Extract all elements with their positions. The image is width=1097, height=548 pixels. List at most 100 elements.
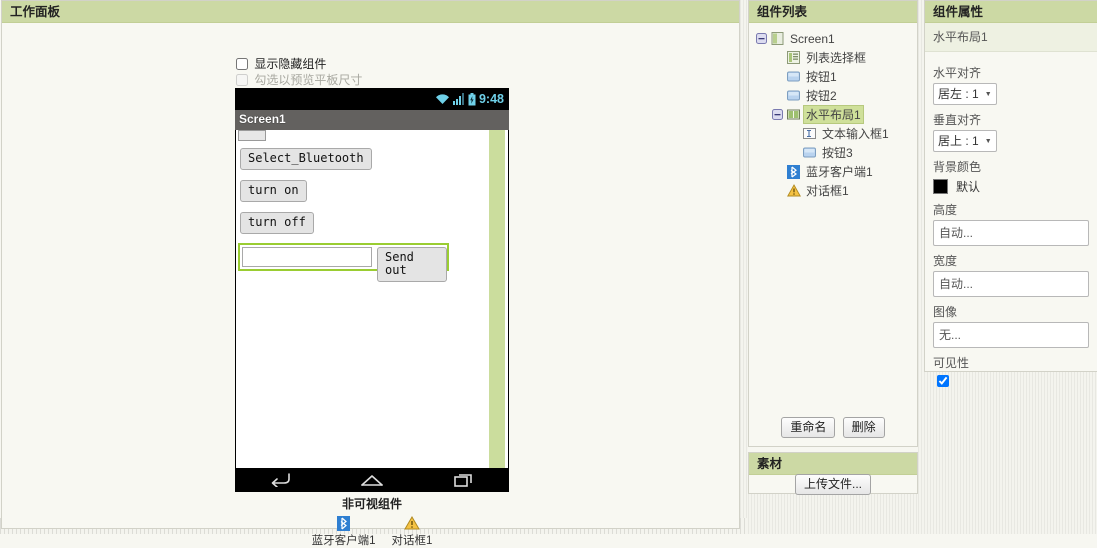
back-icon[interactable] — [269, 473, 291, 487]
chevron-down-icon: ▼ — [984, 138, 992, 145]
tree-node-0[interactable]: Screen1 — [755, 29, 917, 48]
turn-off-button[interactable]: turn off — [240, 212, 314, 234]
turn-on-button[interactable]: turn on — [240, 180, 307, 202]
tree-node-6[interactable]: 按钮3 — [755, 143, 917, 162]
preview-tablet-size-row[interactable]: 勾选以预览平板尺寸 — [236, 71, 362, 88]
color-value-label: 默认 — [956, 180, 981, 194]
show-hidden-components-label: 显示隐藏组件 — [254, 57, 327, 71]
property-label-0: 水平对齐 — [933, 66, 982, 80]
media-panel-title: 素材 — [749, 453, 917, 475]
properties-panel: 组件属性 水平布局1 水平对齐 居左 : 1 ▼ 垂直对齐 居上 : 1 ▼ 背景颜色 默认高… — [924, 0, 1097, 387]
non-visible-item[interactable]: 蓝牙客户端1 — [312, 515, 376, 548]
property-label-3: 高度 — [933, 203, 958, 217]
non-visible-title: 非可视组件 — [341, 497, 402, 511]
textbox-widget[interactable] — [242, 247, 372, 267]
property-label-1: 垂直对齐 — [933, 113, 982, 127]
upload-file-button[interactable]: 上传文件... — [794, 473, 871, 495]
screen-right-strip — [489, 130, 505, 468]
properties-fields: 水平对齐 居左 : 1 ▼ 垂直对齐 居上 : 1 ▼ 背景颜色 默认 高度 自动... 宽度 自动.… — [925, 52, 1097, 398]
preview-tablet-size-label: 勾选以预览平板尺寸 — [254, 73, 363, 87]
screen-title: Screen1 — [239, 112, 286, 126]
preview-tablet-size-checkbox[interactable] — [236, 74, 248, 86]
show-hidden-components-checkbox[interactable] — [236, 58, 248, 70]
wifi-icon — [435, 93, 450, 105]
collapse-toggle-icon[interactable] — [755, 32, 768, 45]
send-out-button[interactable]: Send out — [377, 247, 447, 282]
property-label-5: 图像 — [933, 305, 958, 319]
property-select-value: 居上 : 1 — [938, 134, 979, 148]
textbox-icon — [802, 126, 817, 141]
property-label-6: 可见性 — [933, 356, 970, 370]
screen-icon — [770, 31, 785, 46]
media-panel: 素材 上传文件... — [748, 452, 918, 495]
battery-icon — [468, 92, 476, 106]
recents-icon[interactable] — [453, 473, 475, 487]
component-tree-body: Screen1 列表选择框按钮1 按钮2 水平布局1 文本输入框1 按钮3 蓝牙客户端1 对话… — [749, 23, 917, 446]
property-select-1[interactable]: 居上 : 1 ▼ — [933, 130, 997, 152]
tree-node-label: Screen1 — [790, 31, 835, 46]
tree-node-label: 文本输入框1 — [822, 127, 889, 141]
viewer-canvas: 显示隐藏组件 勾选以预览平板尺寸 9:48 Screen1 Select_Blu… — [2, 23, 739, 547]
property-select-0[interactable]: 居左 : 1 ▼ — [933, 83, 997, 105]
tree-node-label: 对话框1 — [806, 184, 849, 198]
viewer-panel: 工作面板 显示隐藏组件 勾选以预览平板尺寸 9:48 Screen1 Selec… — [1, 0, 740, 547]
select-bluetooth-button[interactable]: Select_Bluetooth — [240, 148, 372, 170]
tree-node-label: 按钮1 — [806, 70, 837, 84]
listpicker-widget[interactable] — [238, 130, 266, 141]
bluetooth-icon — [786, 164, 801, 179]
non-visible-item[interactable]: 对话框1 — [391, 515, 433, 548]
property-label-4: 宽度 — [933, 254, 958, 268]
tree-action-buttons: 重命名 删除 — [749, 417, 917, 438]
show-hidden-components-row[interactable]: 显示隐藏组件 — [236, 55, 326, 72]
tree-node-8[interactable]: 对话框1 — [755, 181, 917, 200]
phone-title-bar: Screen1 — [235, 110, 509, 130]
component-tree-title: 组件列表 — [749, 1, 917, 23]
property-select-value: 居左 : 1 — [938, 87, 979, 101]
tree-node-label: 按钮3 — [822, 146, 853, 160]
property-text-5[interactable]: 无... — [933, 322, 1089, 348]
properties-panel-title: 组件属性 — [925, 1, 1097, 23]
tree-node-3[interactable]: 按钮2 — [755, 86, 917, 105]
notifier-warning-icon — [786, 183, 801, 198]
media-panel-body: 上传文件... — [749, 473, 917, 495]
non-visible-item-label: 对话框1 — [391, 535, 433, 547]
property-checkbox-6[interactable] — [937, 375, 949, 387]
property-text-3[interactable]: 自动... — [933, 220, 1089, 246]
phone-screen-area: Select_Bluetooth turn on turn off Send o… — [236, 130, 508, 468]
delete-button[interactable]: 删除 — [842, 417, 885, 438]
tree-node-1[interactable]: 列表选择框 — [755, 48, 917, 67]
tree-node-label: 水平布局1 — [803, 105, 864, 124]
property-label-2: 背景颜色 — [933, 160, 982, 174]
button-icon — [786, 88, 801, 103]
phone-nav-bar — [235, 468, 509, 492]
tree-node-5[interactable]: 文本输入框1 — [755, 124, 917, 143]
panel-gap-vertical — [740, 0, 748, 534]
property-text-4[interactable]: 自动... — [933, 271, 1089, 297]
color-swatch — [933, 179, 948, 194]
viewer-panel-title: 工作面板 — [2, 1, 739, 23]
harrangement-icon — [786, 107, 801, 122]
tree-node-2[interactable]: 按钮1 — [755, 67, 917, 86]
button-icon — [786, 69, 801, 84]
property-color-2[interactable]: 默认 — [933, 177, 1089, 195]
tree-node-4[interactable]: 水平布局1 — [755, 105, 917, 124]
collapse-toggle-icon[interactable] — [771, 108, 784, 121]
non-visible-components: 非可视组件 蓝牙客户端1 对话框1 — [235, 495, 509, 548]
rename-button[interactable]: 重命名 — [781, 417, 836, 438]
tree-node-label: 列表选择框 — [806, 51, 867, 65]
properties-component-name: 水平布局1 — [925, 23, 1097, 52]
component-tree-panel: 组件列表 Screen1 列表选择框按钮1 按钮2 水平布局1 文本输入框1 按钮3 蓝牙客… — [748, 0, 918, 447]
tree-node-7[interactable]: 蓝牙客户端1 — [755, 162, 917, 181]
horizontal-arrangement-widget[interactable]: Send out — [238, 243, 449, 282]
home-icon[interactable] — [360, 473, 384, 487]
phone-preview: 9:48 Screen1 Select_Bluetooth turn on tu… — [235, 88, 509, 492]
media-below-gap — [748, 494, 918, 534]
status-bar-clock: 9:48 — [478, 92, 504, 106]
notifier-warning-icon — [392, 515, 433, 531]
button-icon — [802, 145, 817, 160]
